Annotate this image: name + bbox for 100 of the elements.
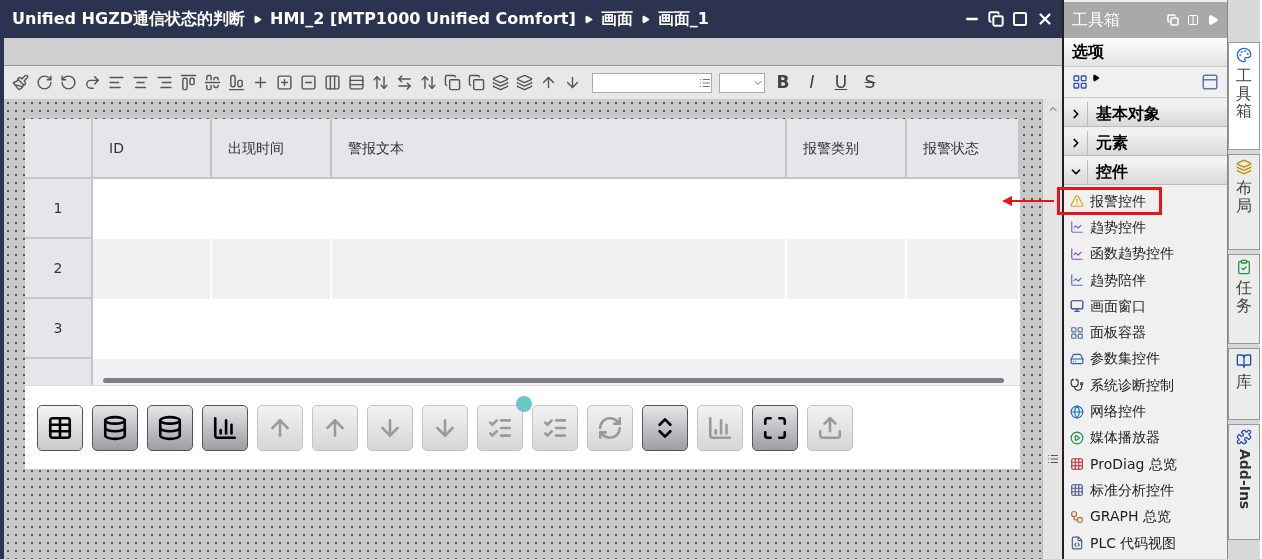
toolbox-item[interactable]: 报警控件	[1058, 188, 1161, 215]
align-right-icon[interactable]	[156, 74, 173, 91]
toolbar-button[interactable]	[37, 404, 83, 451]
distribute-horizontal-icon[interactable]	[324, 74, 341, 91]
panel-icon	[1070, 325, 1084, 340]
side-tab[interactable]: 工具箱	[1228, 42, 1260, 150]
toolbox-item[interactable]: 画面窗口	[1064, 293, 1227, 320]
row-header[interactable]: 1	[25, 179, 93, 239]
move-up-icon[interactable]	[540, 74, 557, 91]
redo-icon[interactable]	[84, 74, 101, 91]
toolbox-item[interactable]: 标准分析控件	[1064, 477, 1227, 504]
align-bottom-icon[interactable]	[228, 74, 245, 91]
breadcrumb-item[interactable]: Unified HGZD通信状态的判断	[12, 7, 245, 31]
same-height-icon[interactable]	[372, 74, 389, 91]
section-header[interactable]: 元素	[1064, 131, 1227, 156]
list-icon	[699, 76, 711, 89]
section-label: 控件	[1094, 161, 1129, 183]
vertical-scrollbar[interactable]	[1042, 99, 1062, 559]
section-header[interactable]: 控件	[1064, 160, 1227, 185]
column-header[interactable]: 出现时间	[212, 119, 332, 177]
section-label: 元素	[1095, 132, 1129, 154]
play-icon	[1070, 430, 1084, 445]
align-left-icon[interactable]	[108, 74, 125, 91]
toolbox-item[interactable]: 网络控件	[1064, 398, 1227, 425]
distribute-vertical-icon[interactable]	[348, 74, 365, 91]
side-tab[interactable]: 任务	[1228, 254, 1260, 344]
stethoscope-icon	[1070, 378, 1084, 393]
align-top-icon[interactable]	[180, 74, 197, 91]
format-button[interactable]: I	[801, 69, 823, 96]
row-header[interactable]: 2	[25, 239, 93, 299]
paint-brush-icon[interactable]	[12, 74, 29, 91]
same-size-icon[interactable]	[420, 74, 437, 91]
breadcrumb-arrow-icon	[640, 14, 650, 24]
toolbox-item[interactable]: 系统诊断控制	[1064, 372, 1227, 399]
close-icon[interactable]	[1036, 10, 1054, 28]
side-tab[interactable]: 库	[1228, 348, 1260, 420]
toolbar-button[interactable]	[92, 404, 138, 451]
toolbar-button[interactable]	[147, 404, 193, 451]
toolbox-item[interactable]: 参数集控件	[1064, 345, 1227, 373]
section-label: 基本对象	[1095, 103, 1161, 125]
toolbox-item[interactable]: 函数趋势控件	[1064, 240, 1227, 267]
panel-icon[interactable]	[1201, 73, 1219, 91]
send-back-icon[interactable]	[468, 74, 485, 91]
puzzle-icon	[1236, 429, 1252, 445]
view-icon[interactable]	[1072, 74, 1088, 90]
move-down-icon[interactable]	[564, 74, 581, 91]
globe-icon	[1070, 404, 1084, 419]
breadcrumb-item[interactable]: HMI_2 [MTP1000 Unified Comfort]	[270, 7, 576, 31]
same-width-icon[interactable]	[396, 74, 413, 91]
maximize-icon[interactable]	[1012, 11, 1028, 27]
trend-icon	[1070, 246, 1084, 261]
font-field[interactable]	[592, 72, 712, 93]
breadcrumb-item[interactable]: 画面_1	[657, 7, 709, 31]
toolbox-item[interactable]: GRAPH 总览	[1064, 503, 1227, 530]
window-icon	[1070, 299, 1084, 314]
restore-icon[interactable]	[988, 11, 1004, 27]
toolbox-item[interactable]: 面板容器	[1064, 319, 1227, 346]
format-button[interactable]: S	[859, 69, 881, 96]
column-header[interactable]: ID	[93, 119, 212, 177]
pointer-arrow	[1002, 196, 1054, 206]
column-header[interactable]: 报警类别	[787, 119, 907, 177]
toolbox-item[interactable]: PLC 代码视图	[1064, 529, 1227, 557]
grid-icon	[1070, 457, 1084, 472]
rotate-right-icon[interactable]	[36, 74, 53, 91]
column-header[interactable]: 报警状态	[907, 119, 1020, 177]
toolbox-item[interactable]: 趋势陪伴	[1064, 266, 1227, 294]
toolbar-button[interactable]	[642, 404, 688, 451]
toolbox-item[interactable]: 媒体播放器	[1064, 424, 1227, 451]
toolbar-button[interactable]	[202, 404, 248, 451]
center-vertical-icon[interactable]	[300, 74, 317, 91]
toolbox-item[interactable]: 趋势控件	[1064, 214, 1227, 241]
side-tab[interactable]: 布局	[1228, 154, 1260, 250]
format-button[interactable]: U	[830, 69, 852, 96]
format-button[interactable]: B	[772, 69, 794, 96]
align-middle-icon[interactable]	[204, 74, 221, 91]
options-header: 选项	[1064, 38, 1227, 66]
align-center-icon[interactable]	[132, 74, 149, 91]
toolbar-button[interactable]	[752, 404, 798, 451]
drive-icon	[1070, 351, 1084, 366]
column-header[interactable]: 警报文本	[332, 119, 787, 177]
section-header[interactable]: 基本对象	[1064, 102, 1227, 127]
trend-icon	[1070, 220, 1084, 235]
breadcrumb-arrow-icon	[253, 14, 262, 24]
breadcrumb-item[interactable]: 画面	[600, 7, 633, 31]
center-icon[interactable]	[252, 74, 269, 91]
book-icon	[1236, 353, 1252, 369]
rotate-left-icon[interactable]	[60, 74, 77, 91]
scrollbar[interactable]	[103, 378, 1004, 383]
view-menu-icon[interactable]	[1092, 74, 1100, 82]
center-horizontal-icon[interactable]	[276, 74, 293, 91]
bar-chart-icon	[212, 414, 238, 441]
row-header[interactable]: 3	[25, 299, 93, 359]
fullscreen-icon	[762, 414, 788, 441]
bring-front-icon[interactable]	[444, 74, 461, 91]
side-tab[interactable]: Add-Ins	[1228, 424, 1260, 540]
grid-icon	[1070, 483, 1084, 498]
layers-icon	[1236, 159, 1252, 175]
panel-title: 工具箱	[1072, 9, 1121, 31]
toolbox-item[interactable]: ProDiag 总览	[1064, 450, 1227, 478]
breadcrumb-arrow-icon	[583, 14, 593, 24]
